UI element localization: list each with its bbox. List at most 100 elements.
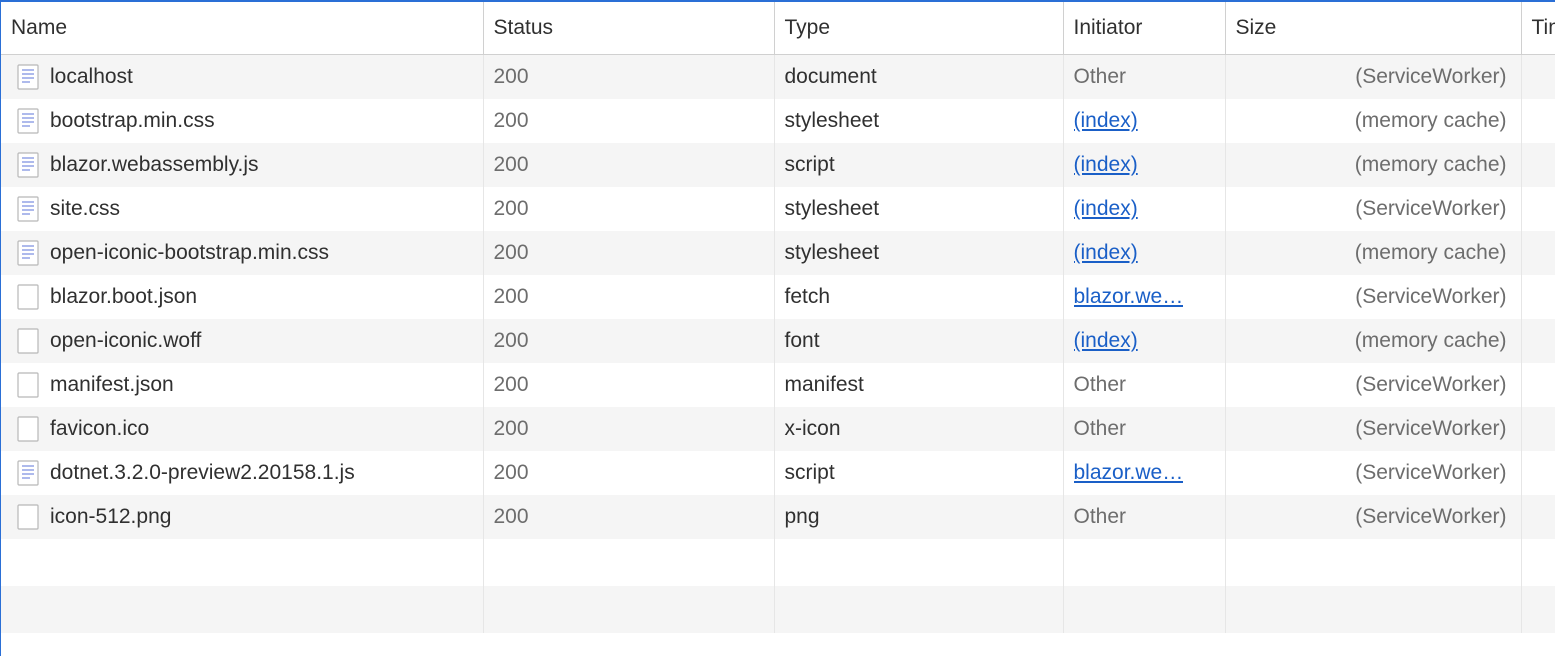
initiator-link[interactable]: (index) [1074, 109, 1138, 133]
cell-name[interactable]: manifest.json [1, 363, 483, 407]
cell-size: (memory cache) [1225, 319, 1521, 363]
cell-type: script [774, 451, 1063, 495]
cell-size: (memory cache) [1225, 99, 1521, 143]
document-icon [17, 240, 39, 266]
resource-name: localhost [50, 65, 133, 89]
cell-time [1521, 451, 1555, 495]
header-time[interactable]: Time [1521, 2, 1555, 55]
header-row: Name Status Type Initiator Size Time [1, 2, 1555, 55]
cell-initiator[interactable]: blazor.we… [1063, 275, 1225, 319]
cell-name[interactable]: bootstrap.min.css [1, 99, 483, 143]
table-row-empty [1, 539, 1555, 586]
cell-name[interactable]: blazor.webassembly.js [1, 143, 483, 187]
cell-name[interactable]: blazor.boot.json [1, 275, 483, 319]
header-name[interactable]: Name [1, 2, 483, 55]
initiator-link[interactable]: (index) [1074, 197, 1138, 221]
document-icon [17, 152, 39, 178]
cell-time [1521, 143, 1555, 187]
header-initiator[interactable]: Initiator [1063, 2, 1225, 55]
table-row[interactable]: blazor.webassembly.js200script(index)(me… [1, 143, 1555, 187]
cell-time [1521, 187, 1555, 231]
cell-time [1521, 495, 1555, 539]
cell-type: png [774, 495, 1063, 539]
cell-name[interactable]: localhost [1, 55, 483, 100]
cell-status: 200 [483, 231, 774, 275]
initiator-text: Other [1074, 505, 1127, 528]
file-icon [17, 416, 39, 442]
resource-name: open-iconic.woff [50, 329, 201, 353]
cell-name[interactable]: site.css [1, 187, 483, 231]
header-size[interactable]: Size [1225, 2, 1521, 55]
header-status[interactable]: Status [483, 2, 774, 55]
cell-status: 200 [483, 55, 774, 100]
initiator-text: Other [1074, 373, 1127, 396]
cell-initiator[interactable]: (index) [1063, 99, 1225, 143]
cell-initiator: Other [1063, 407, 1225, 451]
cell-status: 200 [483, 143, 774, 187]
cell-name[interactable]: dotnet.3.2.0-preview2.20158.1.js [1, 451, 483, 495]
cell-initiator[interactable]: (index) [1063, 187, 1225, 231]
document-icon [17, 64, 39, 90]
cell-initiator: Other [1063, 55, 1225, 100]
table-row[interactable]: site.css200stylesheet (index) (ServiceWork… [1, 187, 1555, 231]
cell-initiator[interactable]: (index) [1063, 231, 1225, 275]
network-panel: Name Status Type Initiator Size Time loc… [0, 0, 1555, 656]
cell-size: (memory cache) [1225, 231, 1521, 275]
header-type[interactable]: Type [774, 2, 1063, 55]
cell-status: 200 [483, 275, 774, 319]
cell-size: (ServiceWorker) [1225, 363, 1521, 407]
cell-time [1521, 363, 1555, 407]
cell-status: 200 [483, 319, 774, 363]
cell-type: x-icon [774, 407, 1063, 451]
table-row[interactable]: manifest.json200manifestOther(ServiceWor… [1, 363, 1555, 407]
cell-time [1521, 99, 1555, 143]
resource-name: blazor.webassembly.js [50, 153, 259, 177]
cell-initiator: Other [1063, 495, 1225, 539]
table-row[interactable]: dotnet.3.2.0-preview2.20158.1.js200scrip… [1, 451, 1555, 495]
cell-time [1521, 319, 1555, 363]
table-row[interactable]: icon-512.png200pngOther(ServiceWorker) [1, 495, 1555, 539]
cell-initiator[interactable]: (index) [1063, 319, 1225, 363]
document-icon [17, 108, 39, 134]
resource-name: open-iconic-bootstrap.min.css [50, 241, 329, 265]
cell-type: fetch [774, 275, 1063, 319]
cell-name[interactable]: open-iconic-bootstrap.min.css [1, 231, 483, 275]
cell-initiator[interactable]: blazor.we… [1063, 451, 1225, 495]
initiator-link[interactable]: blazor.we… [1074, 285, 1184, 309]
cell-status: 200 [483, 363, 774, 407]
initiator-link[interactable]: (index) [1074, 241, 1138, 265]
file-icon [17, 504, 39, 530]
cell-type: document [774, 55, 1063, 100]
cell-status: 200 [483, 187, 774, 231]
initiator-link[interactable]: blazor.we… [1074, 461, 1184, 485]
cell-status: 200 [483, 495, 774, 539]
cell-name[interactable]: icon-512.png [1, 495, 483, 539]
cell-size: (ServiceWorker) [1225, 55, 1521, 100]
initiator-text: Other [1074, 65, 1127, 88]
cell-initiator: Other [1063, 363, 1225, 407]
resource-name: dotnet.3.2.0-preview2.20158.1.js [50, 461, 355, 485]
table-row[interactable]: bootstrap.min.css200stylesheet(index)(me… [1, 99, 1555, 143]
resource-name: manifest.json [50, 373, 174, 397]
cell-time [1521, 55, 1555, 100]
initiator-link[interactable]: (index) [1074, 153, 1138, 177]
table-row[interactable]: favicon.ico200x-iconOther(ServiceWorker) [1, 407, 1555, 451]
table-row[interactable]: blazor.boot.json200fetch blazor.we… (Servi… [1, 275, 1555, 319]
file-icon [17, 372, 39, 398]
cell-size: (ServiceWorker) [1225, 187, 1521, 231]
document-icon [17, 196, 39, 222]
cell-time [1521, 275, 1555, 319]
resource-name: icon-512.png [50, 505, 171, 529]
table-row[interactable]: open-iconic.woff200font(index)(memory ca… [1, 319, 1555, 363]
cell-type: stylesheet [774, 187, 1063, 231]
resource-name: bootstrap.min.css [50, 109, 215, 133]
initiator-link[interactable]: (index) [1074, 329, 1138, 353]
cell-size: (ServiceWorker) [1225, 275, 1521, 319]
cell-name[interactable]: open-iconic.woff [1, 319, 483, 363]
cell-name[interactable]: favicon.ico [1, 407, 483, 451]
cell-status: 200 [483, 99, 774, 143]
cell-time [1521, 407, 1555, 451]
table-row[interactable]: localhost 200document Other (ServiceWorker) [1, 55, 1555, 100]
table-row[interactable]: open-iconic-bootstrap.min.css200styleshe… [1, 231, 1555, 275]
cell-initiator[interactable]: (index) [1063, 143, 1225, 187]
